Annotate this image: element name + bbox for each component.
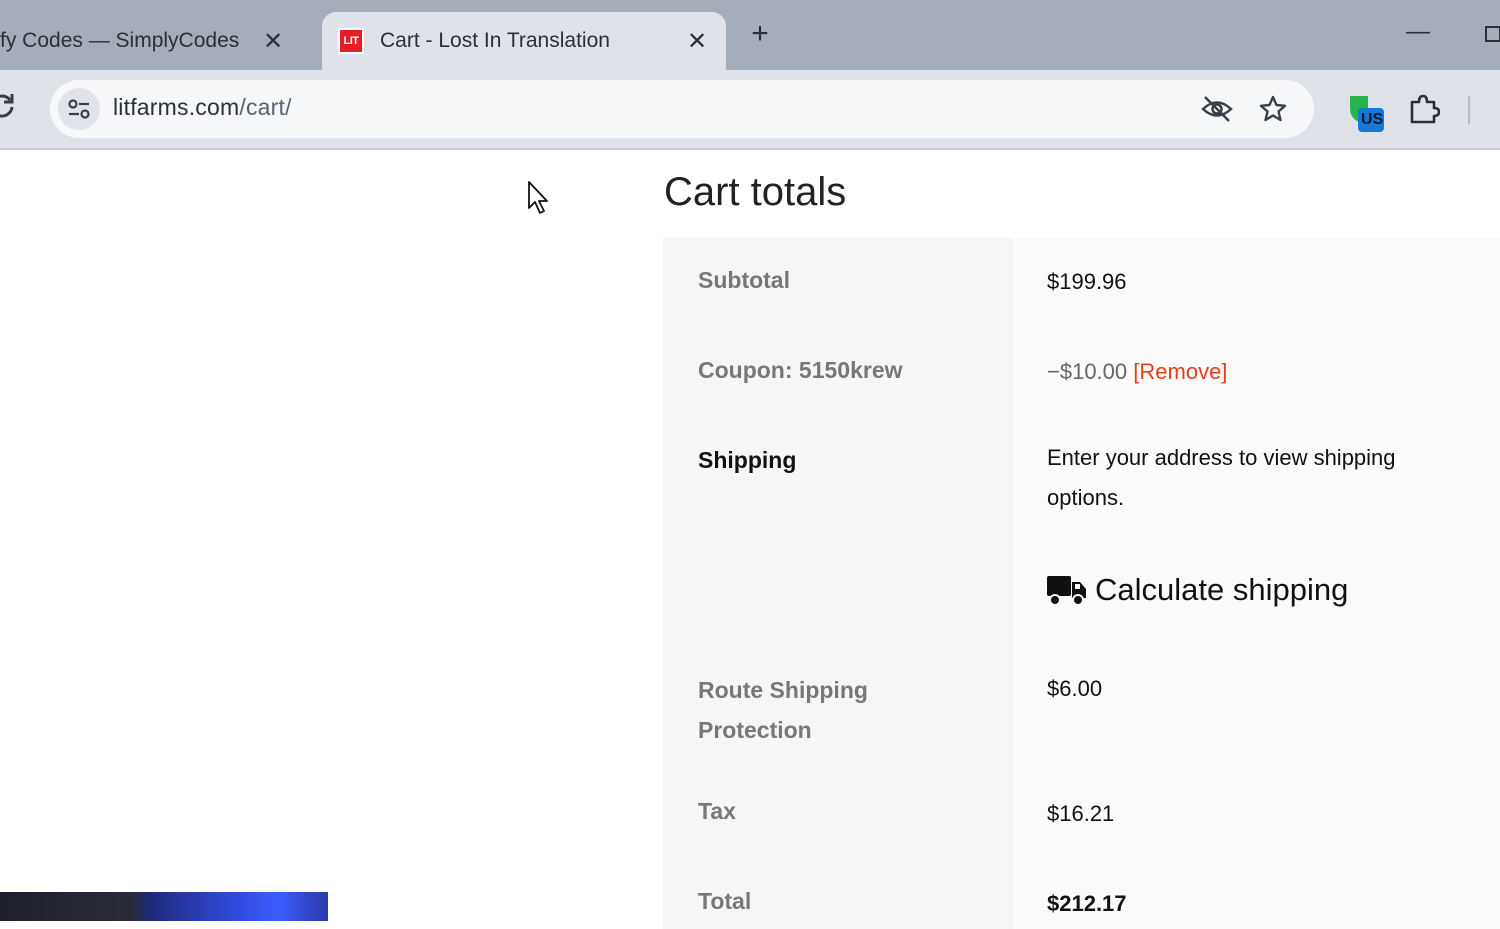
remove-coupon-link[interactable]: [Remove] (1133, 359, 1227, 384)
toolbar-divider (1468, 96, 1470, 124)
calculate-shipping-button[interactable]: Calculate shipping (1047, 570, 1470, 610)
subtotal-value: $199.96 (1013, 238, 1500, 328)
calculate-shipping-label: Calculate shipping (1095, 572, 1349, 607)
page-title: Cart totals (664, 170, 847, 214)
shield-extension-icon[interactable]: US (1346, 92, 1386, 139)
coupon-value-cell: −$10.00 [Remove] (1013, 328, 1500, 416)
extension-badge: US (1361, 111, 1384, 128)
url-domain: litfarms.com (113, 94, 240, 120)
restore-icon[interactable] (1484, 22, 1500, 50)
route-label: Route Shipping Protection (663, 642, 1013, 769)
route-value: $6.00 (1013, 642, 1500, 769)
tax-row: Tax $16.21 (663, 769, 1500, 859)
subtotal-label: Subtotal (663, 238, 1013, 328)
route-row: Route Shipping Protection $6.00 (663, 642, 1500, 769)
shipping-row: Shipping Enter your address to view ship… (663, 416, 1500, 642)
tax-value: $16.21 (1013, 769, 1500, 859)
subtotal-row: Subtotal $199.96 (663, 238, 1500, 328)
total-label: Total (663, 859, 1013, 929)
minimize-icon[interactable]: — (1406, 18, 1430, 46)
tab-cart[interactable]: LIT Cart - Lost In Translation ✕ (322, 12, 726, 70)
total-value: $212.17 (1013, 859, 1500, 929)
truck-icon (1047, 576, 1086, 606)
tab-strip: fy Codes — SimplyCodes ✕ LIT Cart - Lost… (0, 0, 1500, 70)
tab-title: fy Codes — SimplyCodes (0, 29, 240, 52)
coupon-label: Coupon: 5150krew (663, 328, 1013, 416)
video-thumbnail[interactable] (0, 892, 328, 921)
coupon-discount: −$10.00 (1047, 359, 1128, 384)
total-row: Total $212.17 (663, 859, 1500, 929)
tab-simplycodes[interactable]: fy Codes — SimplyCodes ✕ (0, 12, 302, 70)
tune-icon[interactable] (58, 88, 100, 130)
shipping-label: Shipping (663, 416, 1013, 642)
close-icon[interactable]: ✕ (682, 27, 712, 56)
toolbar: litfarms.com/cart/ US (0, 70, 1500, 150)
puzzle-icon[interactable] (1408, 92, 1441, 129)
plus-icon[interactable]: + (744, 18, 776, 50)
url-text[interactable]: litfarms.com/cart/ (113, 94, 292, 121)
tax-label: Tax (663, 769, 1013, 859)
address-bar[interactable]: litfarms.com/cart/ (50, 80, 1314, 138)
tab-title: Cart - Lost In Translation (380, 29, 610, 52)
shipping-message: Enter your address to view shipping opti… (1047, 445, 1396, 510)
reload-icon[interactable] (0, 92, 16, 127)
favicon: LIT (338, 28, 364, 54)
shipping-value-cell: Enter your address to view shipping opti… (1013, 416, 1500, 642)
eye-off-icon[interactable] (1200, 94, 1234, 129)
cart-totals-table: Subtotal $199.96 Coupon: 5150krew −$10.0… (663, 238, 1500, 929)
cursor-icon (527, 180, 551, 221)
close-icon[interactable]: ✕ (258, 27, 288, 56)
star-icon[interactable] (1258, 94, 1288, 129)
url-path: /cart/ (239, 94, 292, 120)
coupon-row: Coupon: 5150krew −$10.00 [Remove] (663, 328, 1500, 416)
